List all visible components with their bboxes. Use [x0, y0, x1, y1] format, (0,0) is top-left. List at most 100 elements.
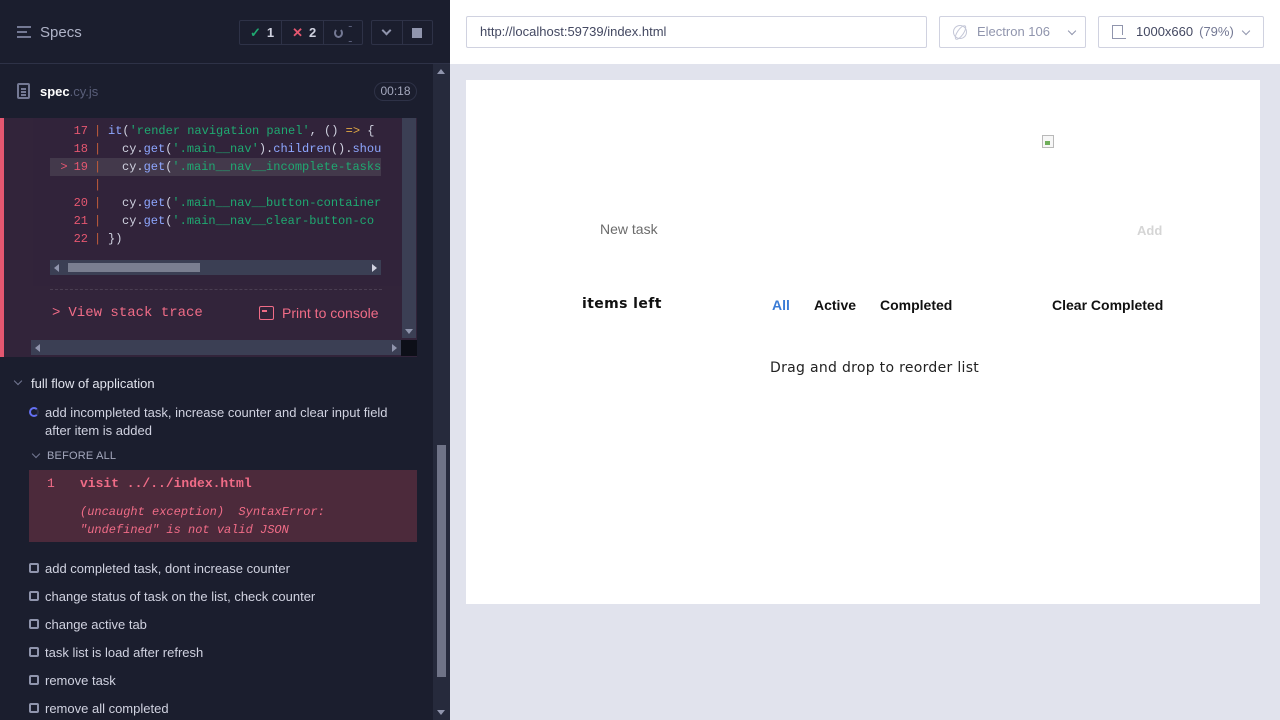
code-line: 22 | })	[50, 230, 381, 248]
clear-completed-button[interactable]: Clear Completed	[1052, 297, 1163, 313]
code-text: cy.get('.main__nav__button-container	[122, 196, 381, 210]
command-name: visit ../../index.html	[80, 476, 252, 491]
menu-icon[interactable]	[17, 26, 31, 38]
reporter-scrollbar[interactable]	[433, 64, 450, 720]
viewport-selector[interactable]: 1000x660 (79%)	[1098, 16, 1264, 48]
failed-stat: ✕ 2	[282, 21, 325, 44]
chevron-down-icon	[1241, 26, 1251, 36]
scroll-down-icon[interactable]	[405, 329, 413, 334]
stop-button[interactable]	[401, 21, 432, 44]
tab-completed[interactable]: Completed	[880, 297, 952, 313]
aut-header: http://localhost:59739/index.html Electr…	[450, 0, 1280, 64]
chevron-down-icon[interactable]	[31, 449, 41, 459]
new-task-input[interactable]	[600, 221, 1020, 237]
chevron-down-icon	[1067, 26, 1077, 36]
reporter-panel: Specs ✓ 1 ✕ 2 -- spec.cy.js 00:18 17 | i…	[0, 0, 450, 720]
scroll-right-icon[interactable]	[372, 264, 377, 272]
test-item[interactable]: remove all completed	[45, 701, 169, 716]
code-text: cy.get('.main__nav__incomplete-tasks	[122, 160, 381, 174]
scroll-left-icon[interactable]	[54, 264, 59, 272]
drag-drop-hint: Drag and drop to reorder list	[770, 360, 980, 376]
line-gutter: |	[94, 196, 102, 210]
viewport-size: 1000x660	[1136, 24, 1194, 39]
print-to-console-button[interactable]: Print to console	[259, 305, 379, 321]
specs-label[interactable]: Specs	[40, 24, 82, 41]
tab-all[interactable]: All	[772, 297, 790, 313]
browser-selector[interactable]: Electron 106	[939, 16, 1086, 48]
view-stack-trace-button[interactable]: > View stack trace	[52, 305, 203, 321]
scrollbar-thumb[interactable]	[437, 445, 446, 677]
test-item[interactable]: remove task	[45, 673, 116, 688]
pending-icon	[334, 27, 344, 38]
code-text: it('render navigation panel', () => {	[108, 124, 375, 138]
run-controls	[371, 20, 433, 45]
terminal-icon	[259, 306, 274, 320]
failed-command[interactable]: 1 visit ../../index.html (uncaught excep…	[29, 470, 417, 542]
pending-test-icon	[29, 647, 39, 657]
before-all-hook-label[interactable]: BEFORE ALL	[47, 450, 116, 462]
code-frame-content: 17 | it('render navigation panel', () =>…	[50, 120, 381, 260]
line-number: 18	[73, 142, 88, 156]
x-icon: ✕	[292, 24, 304, 40]
error-block: 17 | it('render navigation panel', () =>…	[0, 118, 432, 357]
url-field[interactable]: http://localhost:59739/index.html	[466, 16, 927, 48]
running-test-title[interactable]: add incompleted task, increase counter a…	[45, 404, 415, 440]
error-line-1: (uncaught exception) SyntaxError:	[80, 505, 325, 519]
scrollbar-thumb[interactable]	[68, 263, 200, 272]
line-number: 21	[73, 214, 88, 228]
stop-icon	[412, 27, 423, 38]
app-iframe: Add items left All Active Completed Clea…	[466, 80, 1260, 604]
electron-icon	[953, 25, 967, 39]
code-line: 17 | it('render navigation panel', () =>…	[50, 122, 381, 140]
line-gutter: |	[94, 124, 102, 138]
line-gutter: |	[94, 178, 102, 192]
pending-test-icon	[29, 675, 39, 685]
scroll-down-icon[interactable]	[437, 710, 445, 715]
pending-test-icon	[29, 563, 39, 573]
spec-name: spec	[40, 84, 70, 99]
test-item[interactable]: add completed task, dont increase counte…	[45, 561, 290, 576]
items-left-counter: items left	[582, 296, 662, 312]
suite-title[interactable]: full flow of application	[31, 376, 155, 391]
check-icon: ✓	[250, 24, 261, 40]
code-horizontal-scrollbar[interactable]	[50, 260, 381, 275]
pending-test-icon	[29, 591, 39, 601]
code-text: cy.get('.main__nav').children().should	[122, 142, 381, 156]
code-line: |	[50, 176, 381, 194]
stack-trace-label: View stack trace	[68, 305, 203, 321]
running-icon	[29, 407, 39, 417]
spec-filename[interactable]: spec.cy.js	[40, 84, 98, 99]
scrollbar-corner	[401, 340, 417, 356]
scroll-right-icon[interactable]	[392, 344, 397, 352]
broken-image-icon	[1042, 135, 1054, 148]
chevron-down-icon[interactable]	[13, 376, 23, 386]
test-item[interactable]: change status of task on the list, check…	[45, 589, 315, 604]
add-button[interactable]: Add	[1137, 223, 1162, 238]
reporter-header: Specs ✓ 1 ✕ 2 --	[0, 0, 450, 64]
chevron-right-icon: >	[52, 305, 61, 321]
pending-count: --	[348, 17, 353, 48]
scroll-up-icon[interactable]	[437, 69, 445, 74]
ruler-icon	[1112, 25, 1126, 39]
passed-stat: ✓ 1	[240, 21, 283, 44]
code-line: 18 | cy.get('.main__nav').children().sho…	[50, 140, 381, 158]
tab-active[interactable]: Active	[814, 297, 856, 313]
expand-button[interactable]	[372, 21, 402, 44]
test-item[interactable]: task list is load after refresh	[45, 645, 203, 660]
code-text: })	[108, 232, 123, 246]
scroll-left-icon[interactable]	[35, 344, 40, 352]
error-line-2: "undefined" is not valid JSON	[80, 523, 289, 537]
code-text: cy.get('.main__nav__clear-button-co	[122, 214, 375, 228]
line-number: 22	[73, 232, 88, 246]
pending-test-icon	[29, 619, 39, 629]
divider	[50, 289, 382, 290]
command-number: 1	[47, 476, 55, 491]
error-vertical-scrollbar[interactable]	[402, 118, 416, 338]
code-line-highlighted: >19 | cy.get('.main__nav__incomplete-tas…	[50, 158, 381, 176]
test-item[interactable]: change active tab	[45, 617, 147, 632]
error-horizontal-scrollbar[interactable]	[31, 340, 401, 355]
line-number: 20	[73, 196, 88, 210]
pending-stat: --	[324, 18, 362, 48]
failed-count: 2	[309, 25, 317, 40]
print-console-label: Print to console	[282, 305, 379, 321]
